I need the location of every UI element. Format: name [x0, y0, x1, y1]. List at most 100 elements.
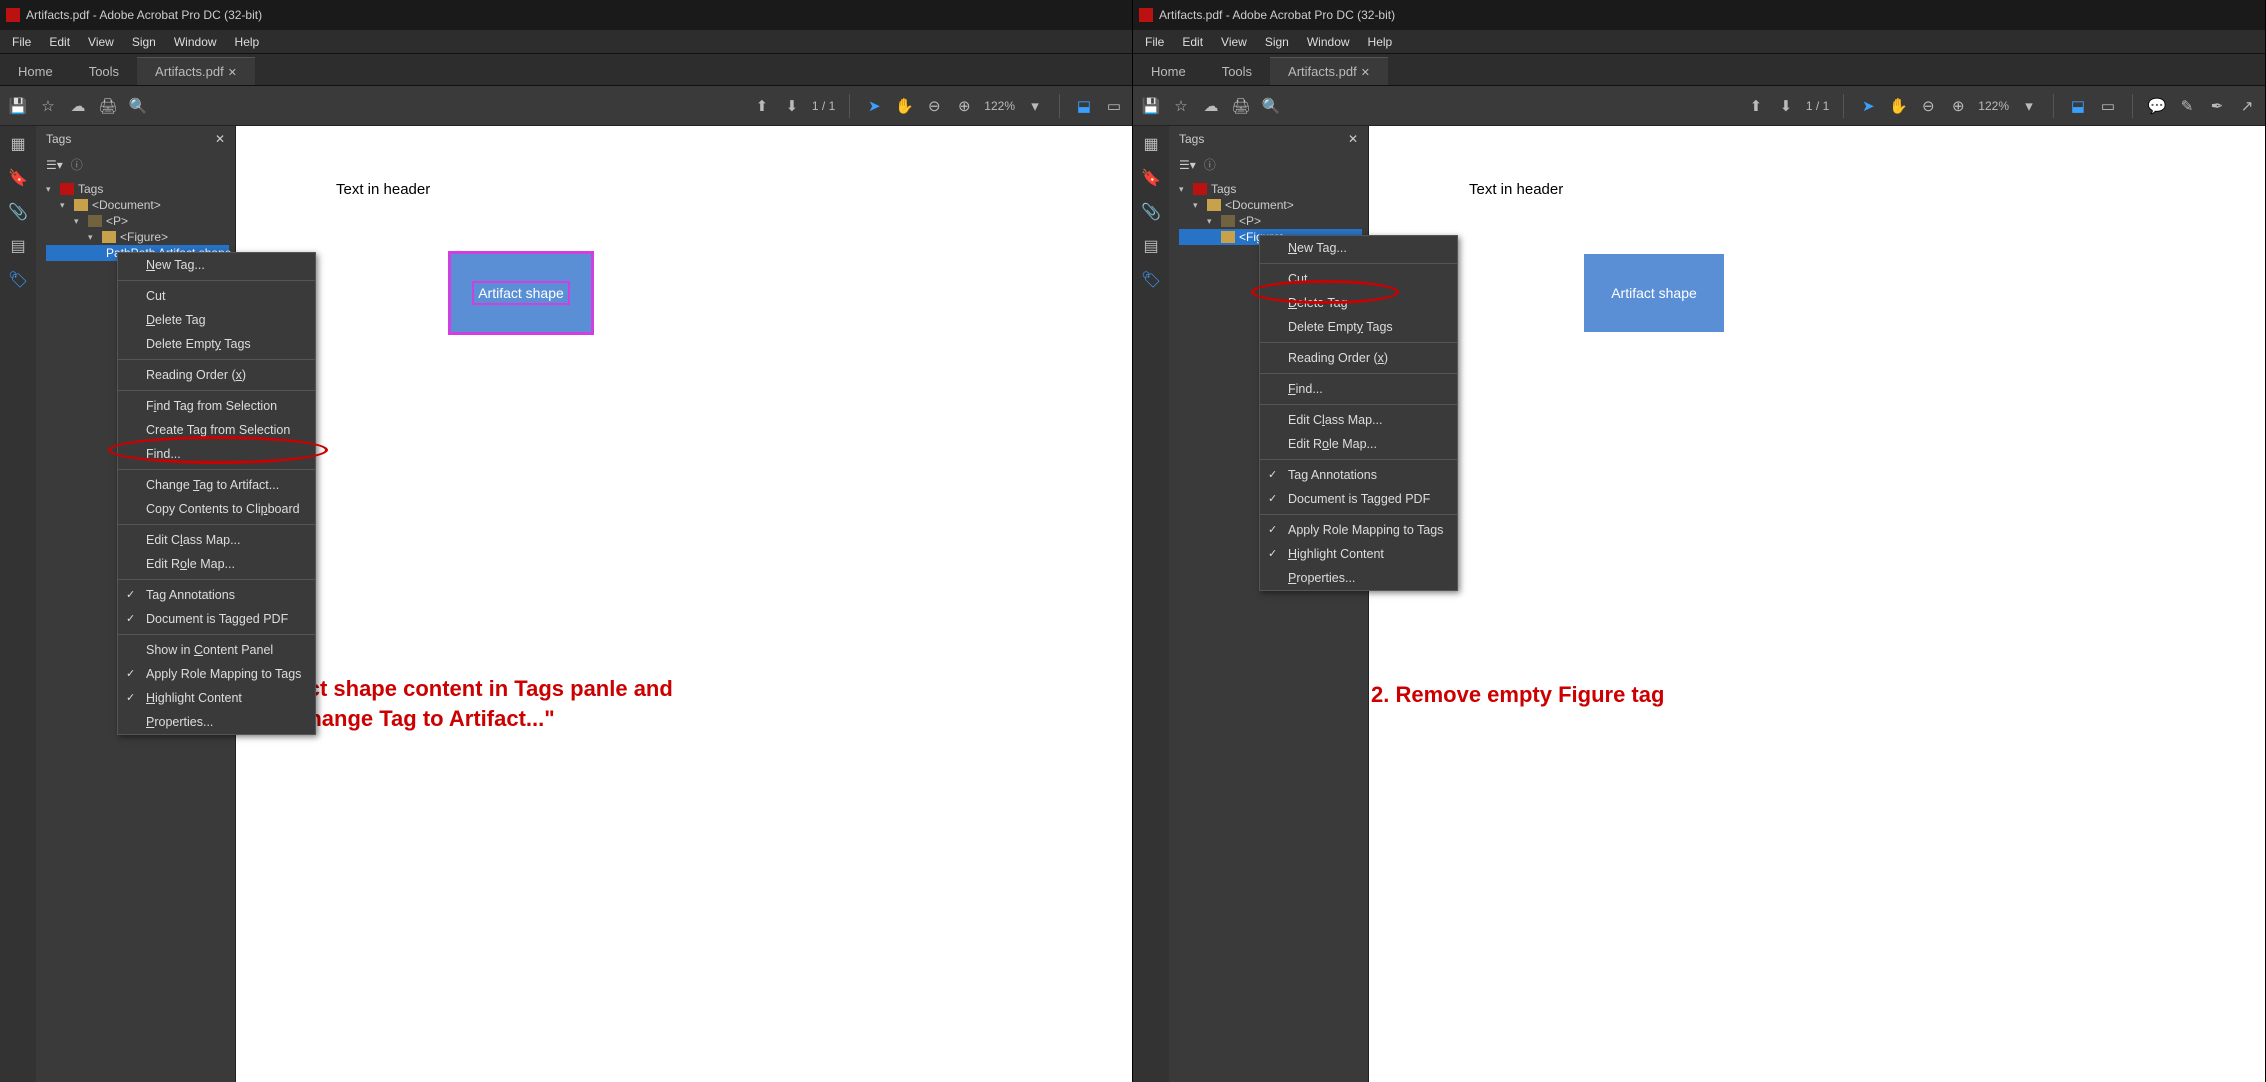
menu-edit-class-map[interactable]: Edit Class Map... — [1260, 408, 1457, 432]
menu-create-tag-selection[interactable]: Create Tag from Selection — [118, 418, 315, 442]
menu-find[interactable]: Find... — [1260, 377, 1457, 401]
info-icon[interactable]: ⓘ — [71, 156, 83, 173]
read-mode-icon[interactable]: ▭ — [1104, 96, 1124, 116]
menu-edit-role-map[interactable]: Edit Role Map... — [1260, 432, 1457, 456]
page-up-icon[interactable]: ⬆ — [1746, 96, 1766, 116]
search-icon[interactable]: 🔍 — [1261, 96, 1281, 116]
menu-delete-empty[interactable]: Delete Empty Tags — [1260, 315, 1457, 339]
tree-document[interactable]: ▾<Document> — [1179, 197, 1362, 213]
tree-p[interactable]: ▾<P> — [46, 213, 229, 229]
menu-document-tagged[interactable]: Document is Tagged PDF — [118, 607, 315, 631]
tab-home[interactable]: Home — [0, 58, 71, 85]
share-icon[interactable]: ↗ — [2237, 96, 2257, 116]
menu-cut[interactable]: Cut — [118, 284, 315, 308]
content-icon[interactable]: ▤ — [8, 236, 28, 256]
tab-home[interactable]: Home — [1133, 58, 1204, 85]
tree-root[interactable]: ▾Tags — [1179, 181, 1362, 197]
menu-view[interactable]: View — [80, 33, 122, 51]
menu-new-tag[interactable]: New Tag... — [1260, 236, 1457, 260]
tree-document[interactable]: ▾<Document> — [46, 197, 229, 213]
select-tool-icon[interactable]: ➤ — [864, 96, 884, 116]
cloud-icon[interactable]: ☁ — [1201, 96, 1221, 116]
hand-tool-icon[interactable]: ✋ — [1888, 96, 1908, 116]
tab-document[interactable]: Artifacts.pdf✕ — [1270, 57, 1388, 85]
menu-copy-clipboard[interactable]: Copy Contents to Clipboard — [118, 497, 315, 521]
menu-sign[interactable]: Sign — [1257, 33, 1297, 51]
menu-document-tagged[interactable]: Document is Tagged PDF — [1260, 487, 1457, 511]
save-icon[interactable]: 💾 — [8, 96, 28, 116]
select-tool-icon[interactable]: ➤ — [1858, 96, 1878, 116]
print-icon[interactable]: 🖨 — [98, 96, 118, 116]
attachments-icon[interactable]: 📎 — [1141, 202, 1161, 222]
print-icon[interactable]: 🖨 — [1231, 96, 1251, 116]
page-current[interactable]: 1 — [1806, 99, 1813, 113]
options-icon[interactable]: ☰▾ — [46, 158, 63, 172]
read-mode-icon[interactable]: ▭ — [2098, 96, 2118, 116]
zoom-in-icon[interactable]: ⊕ — [1948, 96, 1968, 116]
menu-properties[interactable]: Properties... — [1260, 566, 1457, 590]
menu-sign[interactable]: Sign — [124, 33, 164, 51]
star-icon[interactable]: ☆ — [1171, 96, 1191, 116]
menu-highlight-content[interactable]: Highlight Content — [1260, 542, 1457, 566]
zoom-out-icon[interactable]: ⊖ — [1918, 96, 1938, 116]
menu-delete-tag[interactable]: Delete Tag — [118, 308, 315, 332]
search-icon[interactable]: 🔍 — [128, 96, 148, 116]
highlight-tool-icon[interactable]: ✎ — [2177, 96, 2197, 116]
context-menu[interactable]: New New Tag...Tag... Cut Delete Tag Dele… — [117, 252, 316, 735]
menu-file[interactable]: File — [4, 33, 39, 51]
menu-edit[interactable]: Edit — [1174, 33, 1211, 51]
menu-properties[interactable]: Properties... — [118, 710, 315, 734]
cloud-icon[interactable]: ☁ — [68, 96, 88, 116]
document-page[interactable]: Text in header Artifact shape — [236, 126, 1132, 1082]
menu-edit-class-map[interactable]: Edit Class Map... — [118, 528, 315, 552]
close-icon[interactable]: ✕ — [1348, 132, 1358, 146]
tab-close-icon[interactable]: ✕ — [1361, 67, 1370, 79]
menu-find-tag-selection[interactable]: Find Tag from Selection — [118, 394, 315, 418]
menu-apply-role-mapping[interactable]: Apply Role Mapping to Tags — [1260, 518, 1457, 542]
close-icon[interactable]: ✕ — [215, 132, 225, 146]
menu-show-content-panel[interactable]: Show in Content Panel — [118, 638, 315, 662]
save-icon[interactable]: 💾 — [1141, 96, 1161, 116]
dropdown-icon[interactable]: ▾ — [1025, 96, 1045, 116]
star-icon[interactable]: ☆ — [38, 96, 58, 116]
menu-edit-role-map[interactable]: Edit Role Map... — [118, 552, 315, 576]
tab-tools[interactable]: Tools — [71, 58, 137, 85]
bookmark-icon[interactable]: 🔖 — [1141, 168, 1161, 188]
page-current[interactable]: 1 — [812, 99, 819, 113]
menu-file[interactable]: File — [1137, 33, 1172, 51]
menu-help[interactable]: Help — [1360, 33, 1401, 51]
tree-root[interactable]: ▾Tags — [46, 181, 229, 197]
tab-document[interactable]: Artifacts.pdf✕ — [137, 57, 255, 85]
tab-close-icon[interactable]: ✕ — [228, 67, 237, 79]
document-page[interactable]: Text in header Artifact shape — [1369, 126, 2265, 1082]
menu-new-tag[interactable]: New New Tag...Tag... — [118, 253, 315, 277]
menu-window[interactable]: Window — [166, 33, 225, 51]
zoom-level[interactable]: 122% — [984, 99, 1015, 113]
tags-icon[interactable]: 🏷 — [8, 270, 28, 290]
page-down-icon[interactable]: ⬇ — [782, 96, 802, 116]
menu-tag-annotations[interactable]: Tag Annotations — [118, 583, 315, 607]
tree-figure[interactable]: ▾<Figure> — [46, 229, 229, 245]
menu-delete-tag[interactable]: Delete Tag — [1260, 291, 1457, 315]
page-down-icon[interactable]: ⬇ — [1776, 96, 1796, 116]
menu-reading-order[interactable]: Reading Order (x) — [118, 363, 315, 387]
menubar[interactable]: File Edit View Sign Window Help — [1133, 30, 2265, 54]
menu-reading-order[interactable]: Reading Order (x) — [1260, 346, 1457, 370]
info-icon[interactable]: ⓘ — [1204, 156, 1216, 173]
fit-width-icon[interactable]: ⬓ — [2068, 96, 2088, 116]
menu-highlight-content[interactable]: Highlight Content — [118, 686, 315, 710]
menu-window[interactable]: Window — [1299, 33, 1358, 51]
menu-apply-role-mapping[interactable]: Apply Role Mapping to Tags — [118, 662, 315, 686]
fit-width-icon[interactable]: ⬓ — [1074, 96, 1094, 116]
hand-tool-icon[interactable]: ✋ — [894, 96, 914, 116]
thumbnails-icon[interactable]: ▦ — [8, 134, 28, 154]
bookmark-icon[interactable]: 🔖 — [8, 168, 28, 188]
menu-cut[interactable]: Cut — [1260, 267, 1457, 291]
menu-view[interactable]: View — [1213, 33, 1255, 51]
content-icon[interactable]: ▤ — [1141, 236, 1161, 256]
menu-edit[interactable]: Edit — [41, 33, 78, 51]
options-icon[interactable]: ☰▾ — [1179, 158, 1196, 172]
menu-help[interactable]: Help — [227, 33, 268, 51]
tags-icon[interactable]: 🏷 — [1141, 270, 1161, 290]
menu-change-to-artifact[interactable]: Change Tag to Artifact... — [118, 473, 315, 497]
